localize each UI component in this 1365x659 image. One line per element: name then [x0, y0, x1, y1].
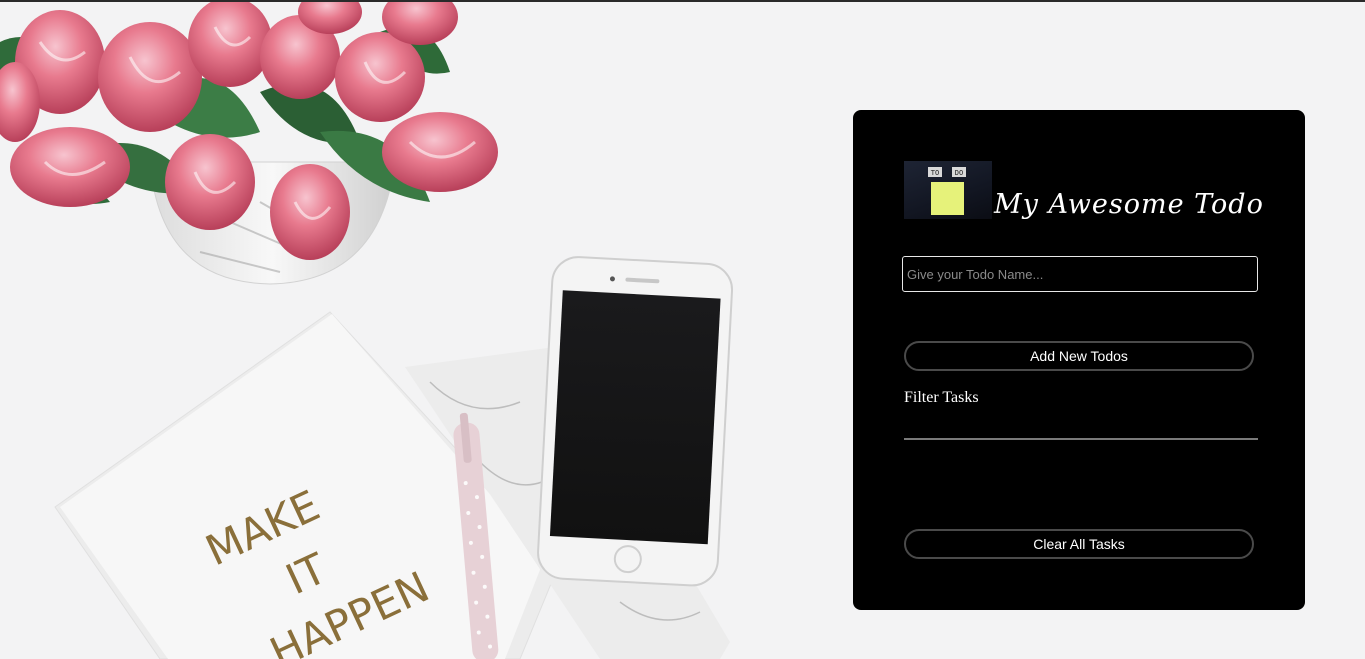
filter-tasks-input[interactable] — [904, 438, 1258, 440]
todo-card: TO DO My Awesome Todo Add New Todos Filt… — [853, 110, 1305, 610]
smartphone — [537, 256, 734, 587]
todo-logo-image: TO DO — [904, 161, 992, 219]
svg-text:TO: TO — [931, 169, 939, 177]
add-todo-button[interactable]: Add New Todos — [904, 341, 1254, 371]
svg-text:DO: DO — [955, 169, 963, 177]
app-title: My Awesome Todo — [994, 189, 1264, 220]
todo-name-input[interactable] — [902, 256, 1258, 292]
clear-all-tasks-button[interactable]: Clear All Tasks — [904, 529, 1254, 559]
app-header: TO DO My Awesome Todo — [904, 161, 1264, 221]
filter-tasks-label: Filter Tasks — [904, 389, 979, 406]
